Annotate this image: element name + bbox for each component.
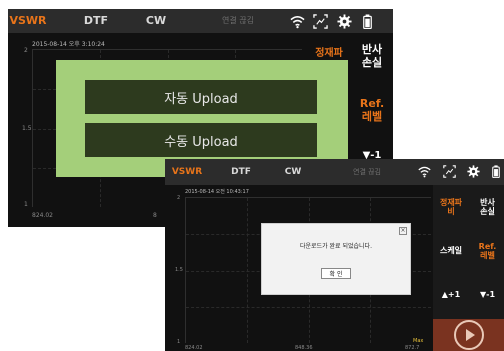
y-axis-label: 1 bbox=[177, 339, 181, 345]
tab-cw[interactable]: CW bbox=[136, 9, 176, 33]
play-button[interactable] bbox=[454, 320, 484, 350]
wifi-icon bbox=[418, 166, 431, 178]
return-loss-button[interactable]: 반사 손실 bbox=[353, 37, 391, 77]
settings-gear-icon[interactable] bbox=[337, 14, 352, 29]
download-complete-dialog: × 다운로드가 완료 되었습니다. 확 인 bbox=[261, 223, 411, 295]
close-icon[interactable]: × bbox=[399, 227, 407, 235]
standing-wave-ratio-button[interactable]: 정재파 비 bbox=[433, 189, 469, 225]
screen-capture-icon[interactable] bbox=[313, 14, 328, 29]
scale-button[interactable]: 스케일 bbox=[433, 233, 469, 269]
connection-status: 연결 끊김 bbox=[222, 16, 254, 25]
ref-level-button[interactable]: Ref. 레벨 bbox=[471, 233, 504, 269]
x-axis-label: 872.7 bbox=[405, 345, 420, 351]
settings-gear-icon[interactable] bbox=[467, 165, 480, 178]
step-up-button[interactable]: ▲+1 bbox=[433, 277, 469, 313]
top-bar: VSWR DTF CW 연결 끊김 bbox=[8, 9, 393, 33]
y-axis-label: 2 bbox=[24, 47, 28, 54]
x-axis-label: 848.36 bbox=[295, 345, 313, 351]
return-loss-button[interactable]: 반사 손실 bbox=[471, 189, 504, 225]
front-screen: VSWR DTF CW 연결 끊김 2015-08-14 오전 10:43:17… bbox=[165, 159, 504, 351]
y-axis-label: 1.5 bbox=[22, 125, 32, 132]
tab-cw[interactable]: CW bbox=[273, 159, 313, 185]
step-down-button[interactable]: ▼-1 bbox=[471, 277, 504, 313]
top-bar: VSWR DTF CW 연결 끊김 bbox=[165, 159, 504, 185]
tab-vswr[interactable]: VSWR bbox=[8, 9, 48, 33]
battery-icon bbox=[363, 14, 372, 29]
y-axis-label: 1 bbox=[24, 201, 28, 208]
play-icon bbox=[466, 329, 475, 341]
timestamp: 2015-08-14 오후 3:10:24 bbox=[32, 41, 105, 48]
manual-upload-button[interactable]: 수동 Upload bbox=[85, 123, 317, 157]
timestamp: 2015-08-14 오전 10:43:17 bbox=[185, 189, 249, 195]
wifi-icon bbox=[290, 16, 305, 29]
tab-vswr[interactable]: VSWR bbox=[165, 159, 209, 185]
screen-capture-icon[interactable] bbox=[443, 165, 456, 178]
ref-level-button[interactable]: Ref. 레벨 bbox=[353, 91, 391, 131]
connection-status: 연결 끊김 bbox=[353, 168, 381, 176]
y-axis-label: 1.5 bbox=[175, 267, 183, 273]
auto-upload-button[interactable]: 자동 Upload bbox=[85, 80, 317, 114]
x-axis-label: 824.02 bbox=[185, 345, 203, 351]
y-axis-label: 2 bbox=[177, 195, 181, 201]
x-axis-label: 824.02 bbox=[32, 212, 53, 219]
x-axis-label: 8 bbox=[153, 212, 157, 219]
confirm-button[interactable]: 확 인 bbox=[321, 268, 351, 279]
tab-dtf[interactable]: DTF bbox=[221, 159, 261, 185]
dialog-message: 다운로드가 완료 되었습니다. bbox=[300, 243, 372, 250]
marker-label: Max bbox=[413, 338, 424, 344]
battery-icon bbox=[492, 165, 500, 178]
tab-dtf[interactable]: DTF bbox=[76, 9, 116, 33]
